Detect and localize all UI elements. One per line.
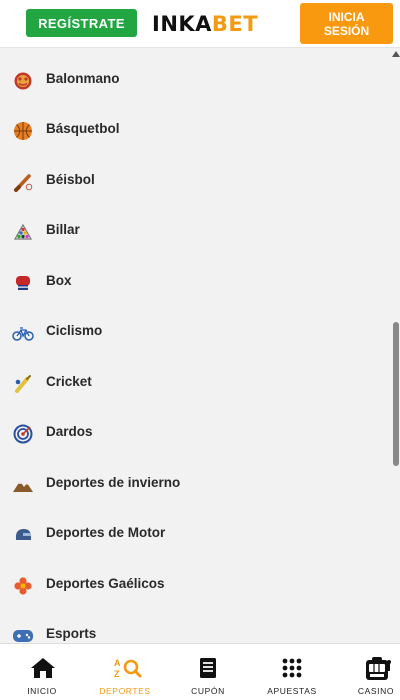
helmet-icon (12, 524, 34, 546)
sport-item-box[interactable]: Box (0, 257, 390, 307)
mountain-icon (12, 474, 34, 496)
login-button[interactable]: INICIA SESIÓN (300, 3, 393, 44)
sport-label: Cricket (46, 374, 92, 389)
baseball-icon (12, 171, 34, 193)
boxing-glove-icon (12, 272, 34, 294)
sport-item-ciclismo[interactable]: Ciclismo (0, 307, 390, 357)
basketball-icon (12, 120, 34, 142)
sport-item-billar[interactable]: Billar (0, 206, 390, 256)
sport-label: Balonmano (46, 71, 120, 86)
billiards-icon (12, 221, 34, 243)
scroll-up-arrow[interactable] (392, 51, 400, 57)
sport-item-balonmano[interactable]: Balonmano (0, 55, 390, 105)
sport-item-deportes-gaelicos[interactable]: Deportes Gaélicos (0, 560, 390, 610)
cricket-icon (12, 373, 34, 395)
nav-deportes[interactable]: A Z DEPORTES (85, 644, 165, 700)
grid-icon (280, 656, 304, 680)
handball-icon (12, 70, 34, 92)
nav-label: CUPÓN (191, 686, 225, 696)
nav-label: APUESTAS (267, 686, 317, 696)
sport-item-deportes-motor[interactable]: Deportes de Motor (0, 509, 390, 559)
sport-label: Billar (46, 222, 80, 237)
bottom-navigation: INICIO A Z DEPORTES CUPÓN APUESTAS CASIN… (0, 643, 400, 700)
bicycle-icon (12, 322, 34, 344)
sport-label: Dardos (46, 424, 93, 439)
nav-inicio[interactable]: INICIO (2, 644, 82, 700)
sport-label: Béisbol (46, 172, 95, 187)
sports-list: Balonmano Básquetbol Béisbol Billar Box … (0, 49, 390, 643)
gamepad-icon (12, 625, 34, 643)
sport-label: Box (46, 273, 72, 288)
inkabet-logo[interactable]: INKA BET (152, 9, 258, 39)
az-search-icon: A Z (113, 656, 142, 680)
sport-item-beisbol[interactable]: Béisbol (0, 156, 390, 206)
logo-bet: BET (211, 12, 259, 36)
sport-label: Deportes de invierno (46, 475, 181, 490)
sport-item-basquetbol[interactable]: Básquetbol (0, 105, 390, 155)
sport-label: Deportes Gaélicos (46, 576, 165, 591)
nav-label: DEPORTES (99, 686, 151, 696)
sport-label: Deportes de Motor (46, 525, 166, 540)
sport-item-esports[interactable]: Esports (0, 610, 390, 643)
scrollbar-thumb[interactable] (393, 322, 399, 466)
coupon-icon (196, 656, 220, 680)
gaelic-icon (12, 575, 34, 597)
sport-label: Ciclismo (46, 323, 103, 338)
sport-item-deportes-invierno[interactable]: Deportes de invierno (0, 459, 390, 509)
sport-item-dardos[interactable]: Dardos (0, 408, 390, 458)
dartboard-icon (12, 423, 34, 445)
nav-cupon[interactable]: CUPÓN (168, 644, 248, 700)
nav-label: CASINO (357, 686, 395, 696)
home-icon (30, 656, 55, 680)
sport-label: Esports (46, 626, 97, 641)
nav-casino[interactable]: CASINO (336, 644, 400, 700)
logo-inka: INKA (152, 12, 212, 36)
slot-machine-icon (364, 656, 391, 680)
svg-text:A: A (114, 658, 121, 668)
svg-text:Z: Z (114, 669, 120, 679)
nav-apuestas[interactable]: APUESTAS (252, 644, 332, 700)
sport-label: Básquetbol (46, 121, 120, 136)
top-header: REGÍSTRATE INKA BET INICIA SESIÓN (0, 0, 400, 48)
sport-item-cricket[interactable]: Cricket (0, 358, 390, 408)
nav-label: INICIO (27, 686, 57, 696)
register-button[interactable]: REGÍSTRATE (26, 9, 137, 37)
